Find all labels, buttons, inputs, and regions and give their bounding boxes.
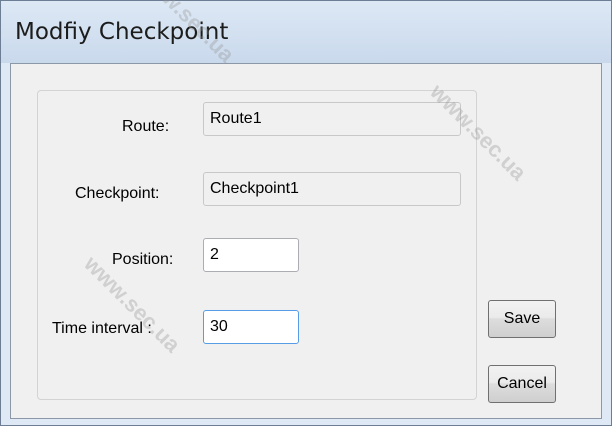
window-title: Modfiy Checkpoint	[15, 19, 229, 45]
dialog-window: Modfiy Checkpoint Route: Route1 Checkpoi…	[0, 0, 612, 426]
checkpoint-label: Checkpoint:	[75, 185, 160, 202]
route-field: Route1	[203, 102, 461, 136]
time-interval-input[interactable]: 30	[203, 310, 299, 344]
save-button[interactable]: Save	[488, 300, 556, 338]
dialog-client-area: Route: Route1 Checkpoint: Checkpoint1 Po…	[10, 63, 602, 419]
position-input[interactable]: 2	[203, 238, 299, 272]
cancel-button[interactable]: Cancel	[488, 365, 556, 403]
time-interval-label: Time interval :	[52, 320, 152, 337]
title-bar[interactable]: Modfiy Checkpoint	[1, 1, 611, 63]
checkpoint-field: Checkpoint1	[203, 172, 461, 206]
position-label: Position:	[112, 251, 174, 268]
route-label: Route:	[122, 118, 170, 135]
